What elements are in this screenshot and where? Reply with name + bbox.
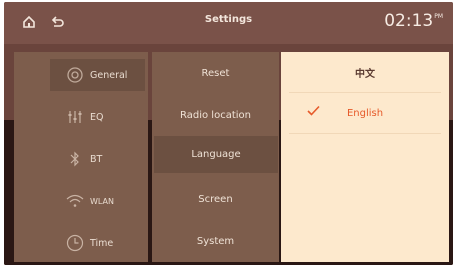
settings-sidebar: General EQ BT WLAN Time xyxy=(14,52,148,262)
language-option-english[interactable]: English xyxy=(289,93,441,134)
language-option-label: English xyxy=(346,107,384,119)
top-bar: Settings 02:13PM xyxy=(4,2,453,44)
equalizer-icon xyxy=(66,108,84,126)
submenu-item-radio-location[interactable]: Radio location xyxy=(152,94,279,136)
sidebar-item-label: WLAN xyxy=(90,196,115,206)
submenu-item-screen[interactable]: Screen xyxy=(152,178,279,220)
sidebar-item-label: Time xyxy=(90,237,114,249)
sidebar-item-label: BT xyxy=(90,153,103,165)
submenu-item-reset[interactable]: Reset xyxy=(152,52,279,94)
general-submenu: Reset Radio location Language Screen Sys… xyxy=(152,52,279,262)
wifi-icon xyxy=(66,192,84,210)
clock: 02:13PM xyxy=(384,11,443,31)
clock-ampm: PM xyxy=(434,13,443,20)
sidebar-item-wlan[interactable]: WLAN xyxy=(14,180,148,222)
sidebar-item-time[interactable]: Time xyxy=(14,222,148,264)
language-option-label: 中文 xyxy=(355,68,375,80)
submenu-item-language[interactable]: Language xyxy=(154,136,278,173)
language-option-chinese[interactable]: 中文 xyxy=(289,52,441,93)
sidebar-item-label: General xyxy=(90,69,128,81)
clock-icon xyxy=(66,234,84,252)
sidebar-item-eq[interactable]: EQ xyxy=(14,96,148,138)
sidebar-item-general[interactable]: General xyxy=(14,54,148,96)
submenu-item-system[interactable]: System xyxy=(152,220,279,262)
bluetooth-icon xyxy=(66,150,84,168)
language-options-panel: 中文 English xyxy=(281,52,449,262)
gear-icon xyxy=(66,66,84,84)
clock-time: 02:13 xyxy=(384,11,434,31)
head-unit-screen: Settings 02:13PM General EQ BT WLAN Time… xyxy=(4,2,453,265)
sidebar-item-bt[interactable]: BT xyxy=(14,138,148,180)
sidebar-item-label: EQ xyxy=(90,111,104,123)
